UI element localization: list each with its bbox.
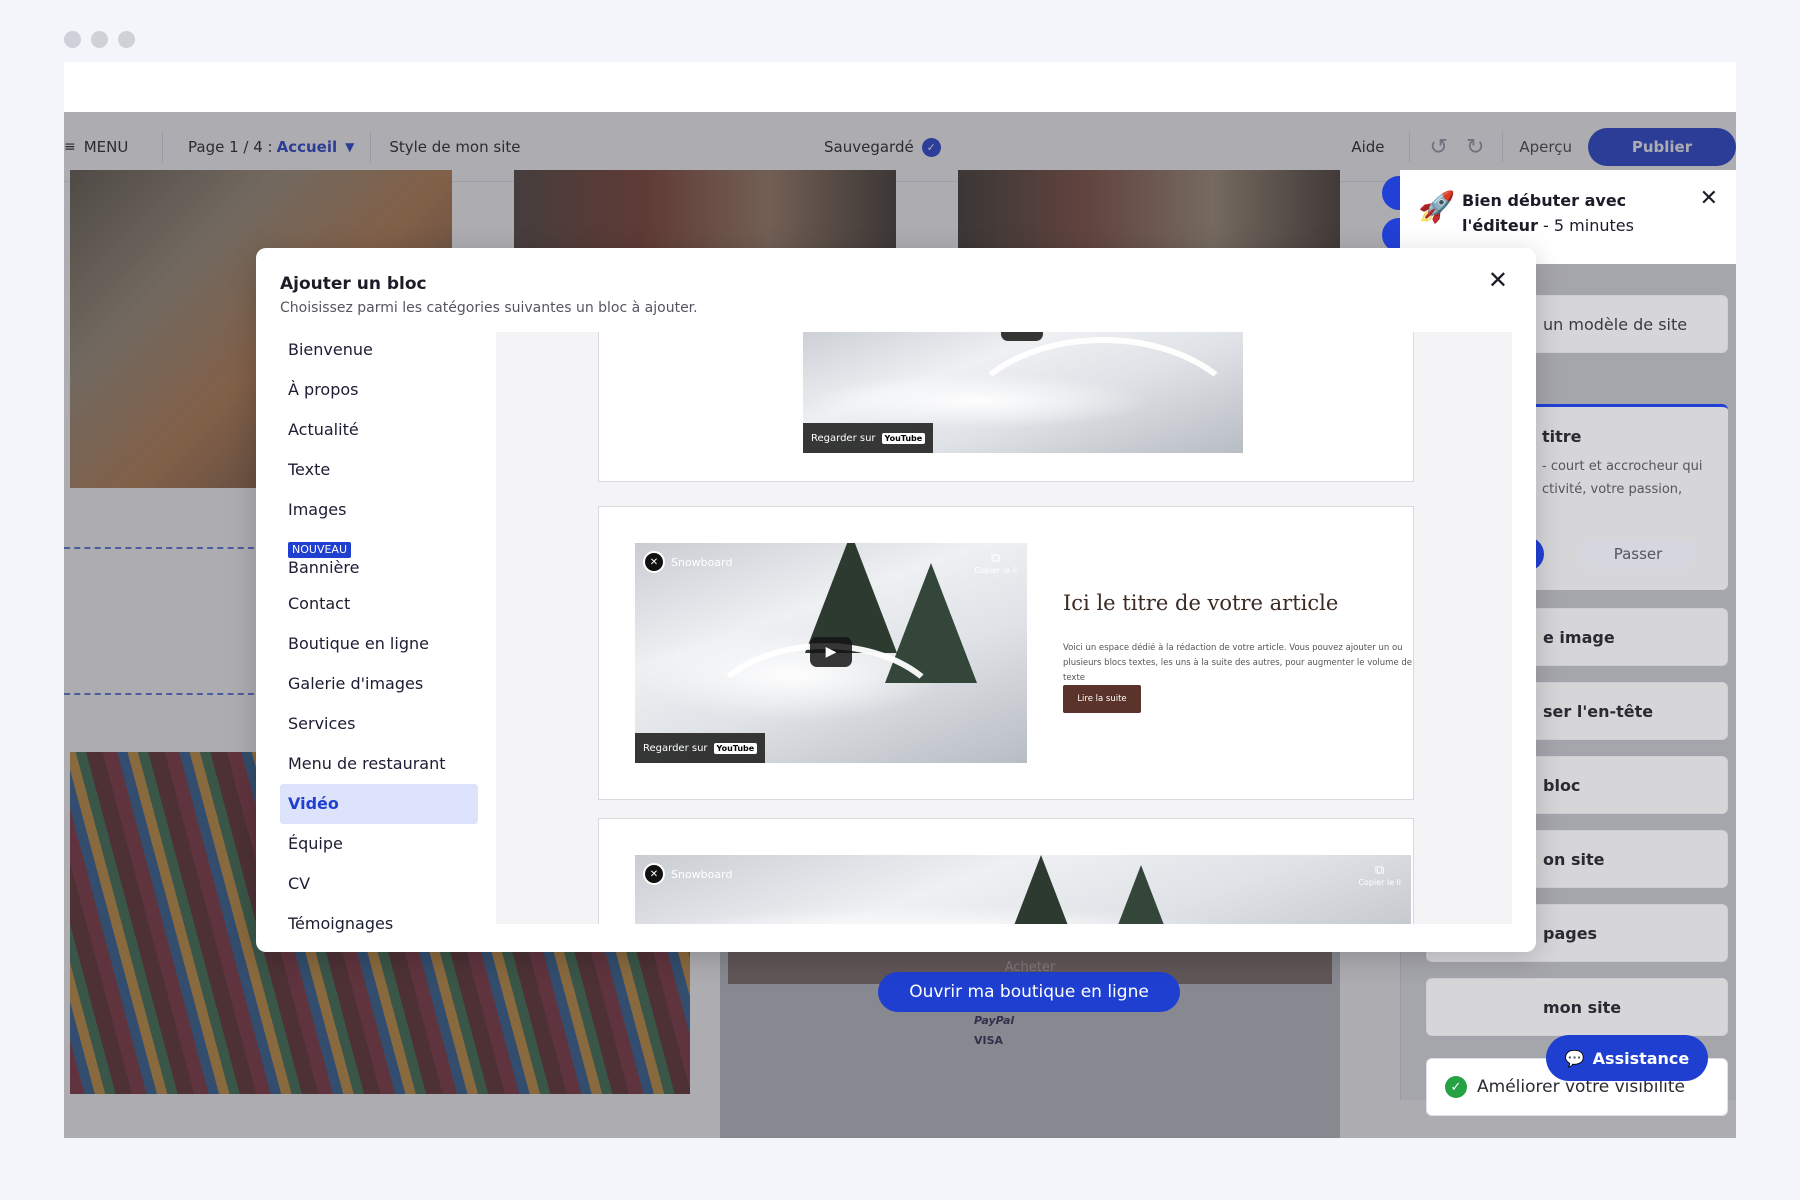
onboarding-title-duration: - 5 minutes [1537,216,1634,235]
window-dot [64,31,81,48]
skip-button[interactable]: Passer [1580,539,1696,569]
close-icon[interactable]: ✕ [1700,186,1718,211]
category-item[interactable]: À propos [280,370,478,410]
channel-name: Snowboard [671,555,733,569]
assistance-label: Assistance [1592,1048,1690,1068]
category-item[interactable]: Services [280,704,478,744]
category-list: Bienvenue À propos Actualité Texte Image… [280,330,478,944]
youtube-logo: YouTube [881,432,926,444]
copy-link-label: Copier le li [1358,878,1401,887]
category-item[interactable]: Bienvenue [280,330,478,370]
category-item[interactable]: Équipe [280,824,478,864]
add-block-modal: Ajouter un bloc Choisissez parmi les cat… [256,248,1536,952]
channel-name: Snowboard [671,867,733,881]
youtube-bar: Regarder sur YouTube [803,423,934,453]
onboarding-title: Bien débuter avec l'éditeur - 5 minutes [1462,188,1672,238]
close-icon[interactable]: ✕ [1488,266,1508,294]
copy-icon: ⧉ [1375,863,1385,878]
chat-icon: 💬 [1564,1048,1585,1068]
modal-subtitle: Choisissez parmi les catégories suivante… [280,300,698,316]
tree-shape [1095,865,1187,924]
copy-link[interactable]: ⧉ Copier le li [1358,863,1401,887]
block-template-card[interactable]: ✕ Snowboard ⧉ Copier le li ▶ Regarder su… [598,506,1414,800]
youtube-channel: ✕ Snowboard [643,863,732,885]
channel-avatar: ✕ [643,863,665,885]
category-item[interactable]: CV [280,864,478,904]
snow-trail [953,337,1243,453]
category-item[interactable]: Texte [280,450,478,490]
category-item[interactable]: Contact [280,584,478,624]
play-icon[interactable]: ▶ [810,637,852,667]
category-item[interactable]: Galerie d'images [280,664,478,704]
watch-on-label: Regarder sur [643,742,708,754]
channel-avatar: ✕ [643,551,665,573]
category-item[interactable]: NOUVEAU Bannière [280,530,478,584]
window-controls [64,31,135,48]
window-dot [91,31,108,48]
copy-icon: ⧉ [991,551,1001,566]
category-item[interactable]: Boutique en ligne [280,624,478,664]
check-icon: ✓ [1445,1076,1467,1098]
copy-link[interactable]: ⧉ Copier le li [974,551,1017,575]
category-item-active[interactable]: Vidéo [280,784,478,824]
block-preview-list: ▶ Regarder sur YouTube ✕ Snowboard [496,332,1512,924]
watch-on-label: Regarder sur [811,432,876,444]
onboarding-step[interactable]: mon site [1426,978,1728,1036]
video-thumbnail: ▶ Regarder sur YouTube [803,332,1243,453]
article-text: Voici un espace dédié à la rédaction de … [1063,643,1413,683]
tree-shape [995,855,1087,924]
category-item[interactable]: Menu de restaurant [280,744,478,784]
block-template-card[interactable]: ✕ Snowboard ⧉ Copier le li [598,818,1414,924]
article-title: Ici le titre de votre article [1063,591,1339,615]
video-thumbnail: ✕ Snowboard ⧉ Copier le li [635,855,1411,924]
new-badge: NOUVEAU [288,542,351,558]
window-dot [118,31,135,48]
youtube-logo: YouTube [713,742,758,754]
category-label: Bannière [288,558,360,577]
assistance-button[interactable]: 💬 Assistance [1546,1035,1708,1081]
editor-window: ≡ MENU Page 1 / 4 : Accueil ▼ Style de m… [64,62,1736,1138]
play-icon: ▶ [1001,332,1043,341]
category-item[interactable]: Images [280,490,478,530]
step-description: - court et accrocheur qui ctivité, votre… [1542,459,1703,497]
video-thumbnail: ✕ Snowboard ⧉ Copier le li ▶ Regarder su… [635,543,1027,763]
open-shop-button[interactable]: Ouvrir ma boutique en ligne [878,972,1180,1012]
block-template-card[interactable]: ▶ Regarder sur YouTube [598,332,1414,482]
youtube-bar[interactable]: Regarder sur YouTube [635,733,766,763]
copy-link-label: Copier le li [974,566,1017,575]
category-item[interactable]: Témoignages [280,904,478,944]
modal-title: Ajouter un bloc [280,274,427,294]
category-item[interactable]: Actualité [280,410,478,450]
youtube-channel: ✕ Snowboard [643,551,732,573]
read-more-button[interactable]: Lire la suite [1063,685,1141,713]
rocket-icon: 🚀 [1418,190,1456,225]
step-title: titre [1542,427,1582,446]
